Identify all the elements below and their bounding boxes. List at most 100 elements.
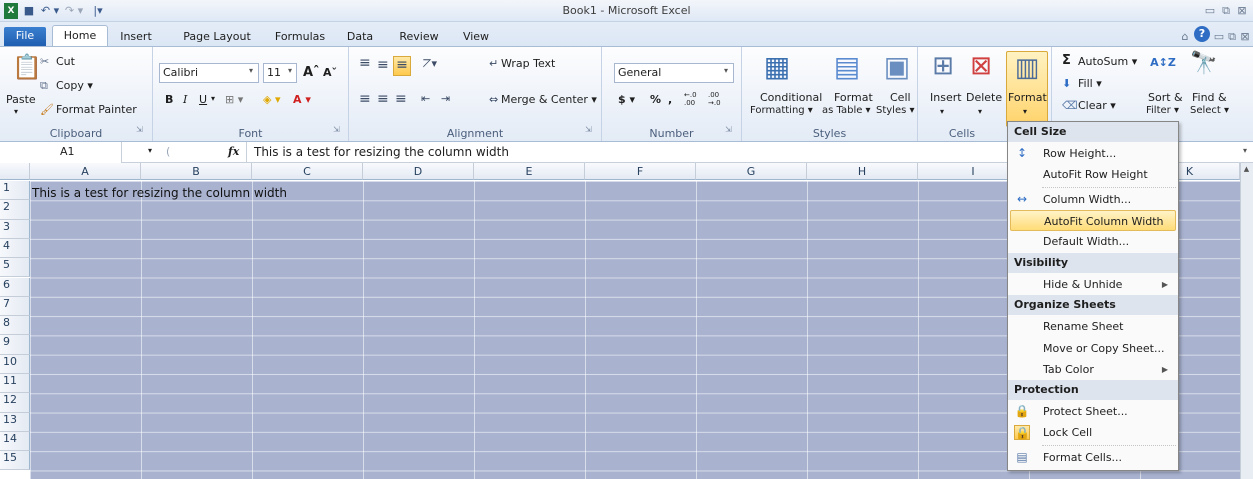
conditional-formatting-button[interactable]: Conditional <box>760 91 822 104</box>
find-select-button[interactable]: Find & <box>1192 91 1227 104</box>
grow-font-icon[interactable]: Aˆ <box>303 65 320 80</box>
close-window-icon[interactable]: ⊠ <box>1235 3 1249 19</box>
paste-icon[interactable]: 📋 <box>12 55 42 85</box>
row-header-11[interactable]: 11 <box>0 374 30 394</box>
cancel-icon[interactable]: ( <box>166 145 170 158</box>
paste-button[interactable]: Paste <box>6 93 36 106</box>
font-name-dropdown-arrow[interactable]: ▾ <box>249 66 253 75</box>
bold-button[interactable]: B <box>165 93 173 106</box>
number-format-dropdown-arrow[interactable]: ▾ <box>724 66 728 75</box>
menu-item-lock-cell[interactable]: 🔒 Lock Cell <box>1008 422 1178 443</box>
font-size-dropdown-arrow[interactable]: ▾ <box>288 66 292 75</box>
menu-item-format-cells[interactable]: ▤ Format Cells... <box>1008 447 1178 468</box>
underline-dropdown-arrow[interactable]: ▾ <box>211 94 215 103</box>
sort-filter-label2[interactable]: Filter ▾ <box>1146 105 1179 116</box>
menu-item-hide-unhide[interactable]: Hide & Unhide ▶ <box>1008 274 1178 295</box>
decrease-indent-icon[interactable]: ⇤ <box>421 92 430 105</box>
format-as-table-button[interactable]: Format <box>834 91 873 104</box>
menu-item-move-copy-sheet[interactable]: Move or Copy Sheet... <box>1008 338 1178 359</box>
row-header-3[interactable]: 3 <box>0 219 30 239</box>
formula-input[interactable]: This is a test for resizing the column w… <box>254 145 509 159</box>
column-header-e[interactable]: E <box>474 163 585 180</box>
number-launcher-icon[interactable]: ⇲ <box>725 125 732 134</box>
clipboard-launcher-icon[interactable]: ⇲ <box>136 125 143 134</box>
format-dropdown-arrow[interactable]: ▾ <box>1023 107 1027 116</box>
middle-align-icon[interactable]: ≡ <box>377 57 389 73</box>
percent-button[interactable]: % <box>650 93 661 106</box>
name-box-dropdown-arrow[interactable]: ▾ <box>148 146 152 155</box>
merge-center-icon[interactable]: ⇔ <box>489 93 498 106</box>
conditional-formatting-label2[interactable]: Formatting ▾ <box>750 105 813 116</box>
cell-styles-icon[interactable]: ▣ <box>882 53 912 83</box>
column-header-d[interactable]: D <box>363 163 474 180</box>
sort-filter-button[interactable]: Sort & <box>1148 91 1183 104</box>
currency-button[interactable]: $ ▾ <box>618 93 635 106</box>
insert-cells-button[interactable]: Insert <box>930 91 962 104</box>
column-header-g[interactable]: G <box>696 163 807 180</box>
cell-styles-label2[interactable]: Styles ▾ <box>876 105 915 116</box>
row-header-7[interactable]: 7 <box>0 296 30 317</box>
row-header-10[interactable]: 10 <box>0 354 30 374</box>
help-icon[interactable]: ? <box>1194 26 1210 42</box>
clear-button[interactable]: Clear ▾ <box>1078 99 1116 112</box>
conditional-formatting-icon[interactable]: ▦ <box>762 53 792 83</box>
align-right-icon[interactable]: ≡ <box>395 91 407 107</box>
copy-icon[interactable]: ⧉ <box>40 79 48 93</box>
column-header-h[interactable]: H <box>807 163 918 180</box>
increase-indent-icon[interactable]: ⇥ <box>441 92 450 105</box>
sort-filter-icon[interactable]: A↕Z <box>1148 57 1178 83</box>
tab-file[interactable]: File <box>4 27 46 46</box>
menu-item-default-width[interactable]: Default Width... <box>1008 231 1178 252</box>
tab-page-layout[interactable]: Page Layout <box>180 28 254 46</box>
close-workbook-icon[interactable]: ⊠ <box>1239 28 1251 46</box>
comma-button[interactable]: , <box>668 93 672 106</box>
tab-home[interactable]: Home <box>52 25 108 46</box>
tab-review[interactable]: Review <box>394 28 444 46</box>
find-select-label2[interactable]: Select ▾ <box>1190 105 1229 116</box>
column-header-b[interactable]: B <box>141 163 252 180</box>
bottom-align-icon[interactable]: ≡ <box>393 56 411 76</box>
menu-item-rename-sheet[interactable]: Rename Sheet <box>1008 316 1178 337</box>
menu-item-autofit-column-width[interactable]: AutoFit Column Width <box>1010 210 1176 231</box>
insert-cells-arrow[interactable]: ▾ <box>940 107 944 116</box>
cell-a1-text[interactable]: This is a test for resizing the column w… <box>32 186 287 200</box>
row-header-8[interactable]: 8 <box>0 316 30 336</box>
menu-item-row-height[interactable]: ↕ Row Height... <box>1008 143 1178 164</box>
row-header-1[interactable]: 1 <box>0 181 30 201</box>
align-center-icon[interactable]: ≡ <box>377 91 389 107</box>
row-header-15[interactable]: 15 <box>0 451 30 471</box>
menu-item-protect-sheet[interactable]: 🔒 Protect Sheet... <box>1008 401 1178 422</box>
restore-window-icon[interactable]: ⧉ <box>1219 3 1233 19</box>
expand-formula-bar-icon[interactable]: ▾ <box>1243 146 1247 155</box>
copy-button[interactable]: Copy ▾ <box>56 79 93 92</box>
insert-cells-icon[interactable]: ⊞ <box>930 53 956 83</box>
underline-button[interactable]: U <box>199 93 207 106</box>
menu-item-column-width[interactable]: ↔ Column Width... <box>1008 189 1178 210</box>
wrap-text-icon[interactable]: ↵ <box>489 57 498 70</box>
increase-decimal-button[interactable]: ←.0 .00 <box>684 91 706 107</box>
autosum-icon[interactable]: Σ <box>1062 53 1071 68</box>
wrap-text-button[interactable]: Wrap Text <box>501 57 555 70</box>
format-button[interactable]: Format <box>1008 91 1047 104</box>
italic-button[interactable]: I <box>183 93 187 106</box>
tab-view[interactable]: View <box>456 28 496 46</box>
scroll-up-icon[interactable]: ▲ <box>1240 165 1253 173</box>
format-cells-icon[interactable]: ▥ <box>1014 55 1040 85</box>
find-select-icon[interactable]: 🔭 <box>1190 53 1218 83</box>
delete-cells-arrow[interactable]: ▾ <box>978 107 982 116</box>
tab-insert[interactable]: Insert <box>114 28 158 46</box>
row-header-12[interactable]: 12 <box>0 393 30 413</box>
fill-color-icon[interactable]: ◈ ▾ <box>263 93 280 106</box>
tab-data[interactable]: Data <box>342 28 378 46</box>
decrease-decimal-button[interactable]: .00 →.0 <box>708 91 730 107</box>
row-header-13[interactable]: 13 <box>0 412 30 432</box>
insert-function-icon[interactable]: fx <box>228 145 239 158</box>
column-header-c[interactable]: C <box>252 163 363 180</box>
clear-icon[interactable]: ⌫ <box>1062 99 1078 112</box>
name-box[interactable]: A1 <box>0 142 122 163</box>
row-header-6[interactable]: 6 <box>0 277 30 297</box>
orientation-icon[interactable]: ⦢▾ <box>423 57 437 71</box>
number-format-box[interactable]: General <box>614 63 734 83</box>
cell-styles-button[interactable]: Cell <box>890 91 911 104</box>
row-header-9[interactable]: 9 <box>0 335 30 355</box>
